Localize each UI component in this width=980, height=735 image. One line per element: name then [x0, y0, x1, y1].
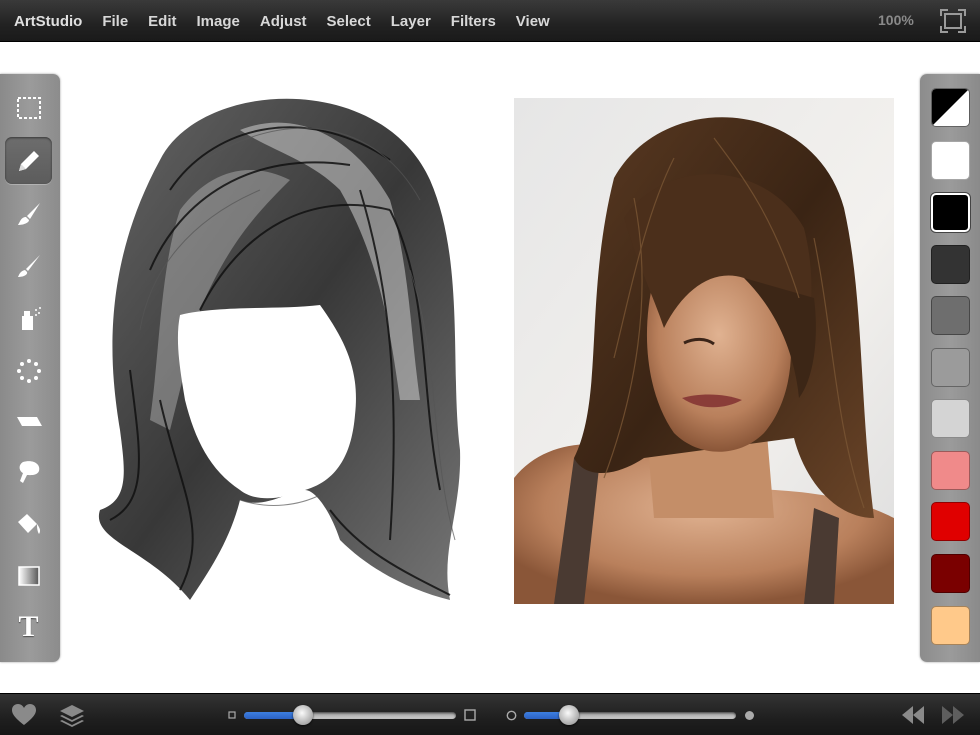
color-swatch-dark-gray[interactable]: [931, 245, 970, 284]
eraser-icon: [16, 416, 42, 426]
filled-circle-icon: [745, 711, 754, 720]
color-palette: [920, 74, 980, 662]
rewind-icon[interactable]: [900, 702, 926, 728]
color-swatch-white[interactable]: [931, 141, 970, 180]
brush-icon: [17, 202, 40, 225]
brush-size-slider[interactable]: [244, 705, 456, 725]
paint-bucket-icon: [17, 513, 40, 534]
fullscreen-icon[interactable]: [940, 9, 966, 33]
smudge-finger-icon: [19, 460, 39, 483]
brush-size-knob[interactable]: [293, 705, 313, 725]
eraser-tool[interactable]: [5, 397, 52, 444]
selection-tool[interactable]: [5, 84, 52, 131]
pencil-tool[interactable]: [5, 137, 52, 184]
smudge-tool[interactable]: [5, 448, 52, 495]
fast-forward-icon[interactable]: [940, 702, 966, 728]
opacity-knob[interactable]: [559, 705, 579, 725]
opacity-slider[interactable]: [524, 705, 736, 725]
tool-palette: T: [0, 74, 60, 662]
menu-adjust[interactable]: Adjust: [260, 13, 307, 30]
small-square-icon: [228, 711, 236, 719]
spray-tool[interactable]: [5, 295, 52, 342]
text-tool[interactable]: T: [5, 603, 52, 650]
color-swatch-black[interactable]: [931, 193, 970, 232]
brush-tool[interactable]: [5, 190, 52, 237]
color-swatch-gray[interactable]: [931, 296, 970, 335]
menu-filters[interactable]: Filters: [451, 13, 496, 30]
scatter-tool[interactable]: [5, 347, 52, 394]
menu-items: ArtStudio File Edit Image Adjust Select …: [14, 0, 570, 42]
menu-view[interactable]: View: [516, 13, 550, 30]
menu-select[interactable]: Select: [327, 13, 371, 30]
reference-photo: [514, 98, 894, 604]
menu-edit[interactable]: Edit: [148, 13, 176, 30]
scatter-dots-icon: [16, 358, 41, 383]
color-swatch-mid-gray[interactable]: [931, 348, 970, 387]
text-icon: T: [18, 609, 39, 643]
gradient-tool[interactable]: [5, 552, 52, 599]
gradient-icon: [17, 565, 40, 586]
color-swatch-peach[interactable]: [931, 606, 970, 645]
spray-can-icon: [21, 306, 41, 330]
menu-bar: ArtStudio File Edit Image Adjust Select …: [0, 0, 980, 42]
menu-layer[interactable]: Layer: [391, 13, 431, 30]
smudge-brush-tool[interactable]: [5, 242, 52, 289]
color-swatch-pink[interactable]: [931, 451, 970, 490]
color-swatch-light-gray[interactable]: [931, 399, 970, 438]
hair-sketch: [98, 98, 461, 600]
layers-icon[interactable]: [59, 702, 85, 728]
bottom-toolbar: [0, 693, 980, 735]
heart-icon[interactable]: [11, 702, 37, 728]
color-swatch-dark-red[interactable]: [931, 554, 970, 593]
paintbrush-icon: [17, 254, 40, 277]
current-color-swatch[interactable]: [931, 88, 970, 127]
menu-image[interactable]: Image: [197, 13, 240, 30]
fill-tool[interactable]: [5, 500, 52, 547]
pencil-icon: [18, 150, 39, 171]
large-square-icon: [464, 709, 476, 721]
app-name[interactable]: ArtStudio: [14, 13, 82, 30]
marquee-icon: [16, 96, 41, 119]
color-swatch-red[interactable]: [931, 502, 970, 541]
menu-file[interactable]: File: [102, 13, 128, 30]
zoom-level[interactable]: 100%: [878, 12, 914, 28]
hollow-circle-icon: [506, 710, 517, 721]
